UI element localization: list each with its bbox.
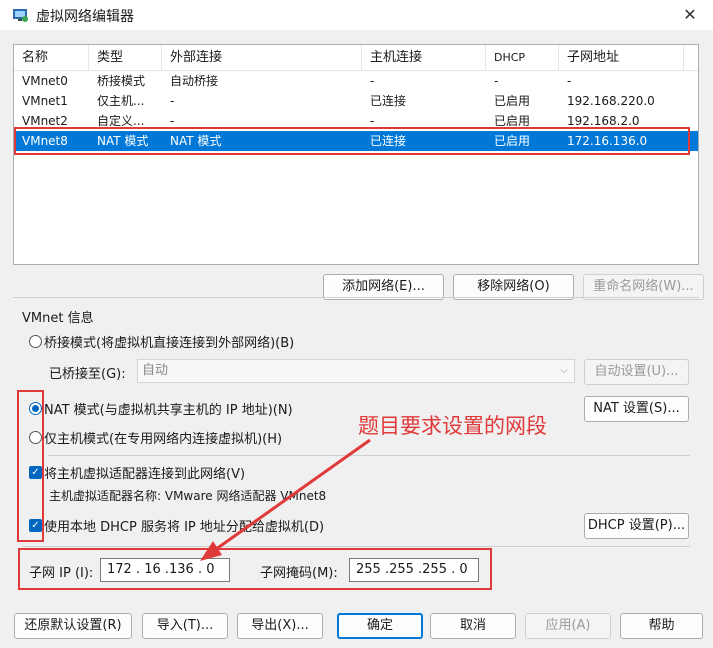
dhcp-checkbox[interactable]: ✓ — [29, 519, 42, 532]
table-row[interactable]: VMnet1 仅主机... - 已连接 已启用 192.168.220.0 — [14, 91, 698, 111]
connect-adapter-label[interactable]: 将主机虚拟适配器连接到此网络(V) — [44, 463, 245, 482]
bridged-radio[interactable] — [29, 335, 42, 348]
annotation-text: 题目要求设置的网段 — [358, 414, 547, 438]
column-header-type[interactable]: 类型 — [89, 45, 162, 71]
close-button[interactable]: ✕ — [667, 0, 713, 30]
cell-dhcp: 已启用 — [494, 114, 531, 128]
subnet-mask-field[interactable]: 255 .255 .255 . 0 — [349, 558, 479, 582]
column-header-subnet[interactable]: 子网地址 — [559, 45, 684, 71]
vmnet-info-label: VMnet 信息 — [22, 311, 94, 326]
column-header-dhcp[interactable]: DHCP — [486, 45, 559, 71]
cell-dhcp: 已启用 — [494, 94, 531, 108]
connect-adapter-checkbox[interactable]: ✓ — [29, 466, 42, 479]
column-header-host[interactable]: 主机连接 — [362, 45, 486, 71]
dhcp-settings-button[interactable]: DHCP 设置(P)... — [584, 513, 689, 539]
cell-type: 仅主机... — [97, 94, 145, 108]
table-row[interactable]: VMnet2 自定义... - - 已启用 192.168.2.0 — [14, 111, 698, 131]
cell-host: - — [370, 74, 375, 88]
title-bar: 虚拟网络编辑器 ✕ — [0, 0, 713, 30]
cell-name: VMnet8 — [22, 134, 68, 148]
cell-host: - — [370, 114, 375, 128]
network-list[interactable]: 名称 类型 外部连接 主机连接 DHCP 子网地址 VMnet0 桥接模式 自动… — [13, 44, 699, 265]
subnet-ip-field[interactable]: 172 . 16 .136 . 0 — [100, 558, 230, 582]
cell-type: NAT 模式 — [97, 134, 149, 148]
cell-name: VMnet1 — [22, 94, 68, 108]
cell-dhcp: - — [494, 74, 499, 88]
cell-subnet: 192.168.2.0 — [567, 114, 640, 128]
list-header: 名称 类型 外部连接 主机连接 DHCP 子网地址 — [14, 45, 698, 71]
divider — [13, 297, 699, 298]
bridged-to-value: 自动 — [142, 363, 169, 378]
subnet-ip-label: 子网 IP (I): — [29, 566, 94, 581]
subnet-mask-label: 子网掩码(M): — [260, 566, 338, 581]
cell-name: VMnet2 — [22, 114, 68, 128]
bridged-to-label: 已桥接至(G): — [49, 367, 126, 382]
cell-subnet: 172.16.136.0 — [567, 134, 648, 148]
host-only-radio-label[interactable]: 仅主机模式(在专用网络内连接虚拟机)(H) — [44, 428, 282, 447]
cancel-button[interactable]: 取消 — [430, 613, 516, 639]
help-button[interactable]: 帮助 — [620, 613, 703, 639]
nat-settings-button[interactable]: NAT 设置(S)... — [584, 396, 689, 422]
bridged-to-select[interactable]: 自动 ⌵ — [137, 359, 575, 383]
cell-type: 桥接模式 — [97, 74, 146, 88]
auto-settings-button[interactable]: 自动设置(U)... — [584, 359, 689, 385]
host-only-radio[interactable] — [29, 431, 42, 444]
nat-radio[interactable] — [29, 402, 42, 415]
bridged-radio-label[interactable]: 桥接模式(将虚拟机直接连接到外部网络)(B) — [44, 332, 294, 351]
chevron-down-icon: ⌵ — [560, 365, 568, 376]
export-button[interactable]: 导出(X)... — [237, 613, 323, 639]
window-title: 虚拟网络编辑器 — [36, 9, 134, 25]
restore-defaults-button[interactable]: 还原默认设置(R) — [14, 613, 132, 639]
nat-radio-label[interactable]: NAT 模式(与虚拟机共享主机的 IP 地址)(N) — [44, 399, 293, 418]
table-row-selected[interactable]: VMnet8 NAT 模式 NAT 模式 已连接 已启用 172.16.136.… — [14, 131, 698, 151]
divider — [48, 455, 690, 456]
column-header-external[interactable]: 外部连接 — [162, 45, 362, 71]
cell-type: 自定义... — [97, 114, 145, 128]
column-header-name[interactable]: 名称 — [14, 45, 89, 71]
cell-external: NAT 模式 — [170, 134, 222, 148]
table-row[interactable]: VMnet0 桥接模式 自动桥接 - - - — [14, 71, 698, 91]
cell-external: - — [170, 94, 175, 108]
divider — [22, 546, 690, 547]
dhcp-label[interactable]: 使用本地 DHCP 服务将 IP 地址分配给虚拟机(D) — [44, 516, 324, 535]
network-editor-icon — [13, 9, 28, 22]
cell-external: 自动桥接 — [170, 74, 219, 88]
adapter-name-text: 主机虚拟适配器名称: VMware 网络适配器 VMnet8 — [49, 489, 327, 503]
cell-external: - — [170, 114, 175, 128]
cell-subnet: 192.168.220.0 — [567, 94, 655, 108]
cell-dhcp: 已启用 — [494, 134, 531, 148]
apply-button[interactable]: 应用(A) — [525, 613, 611, 639]
import-button[interactable]: 导入(T)... — [142, 613, 228, 639]
cell-name: VMnet0 — [22, 74, 68, 88]
cell-host: 已连接 — [370, 134, 407, 148]
cell-host: 已连接 — [370, 94, 407, 108]
cell-subnet: - — [567, 74, 572, 88]
ok-button[interactable]: 确定 — [337, 613, 423, 639]
